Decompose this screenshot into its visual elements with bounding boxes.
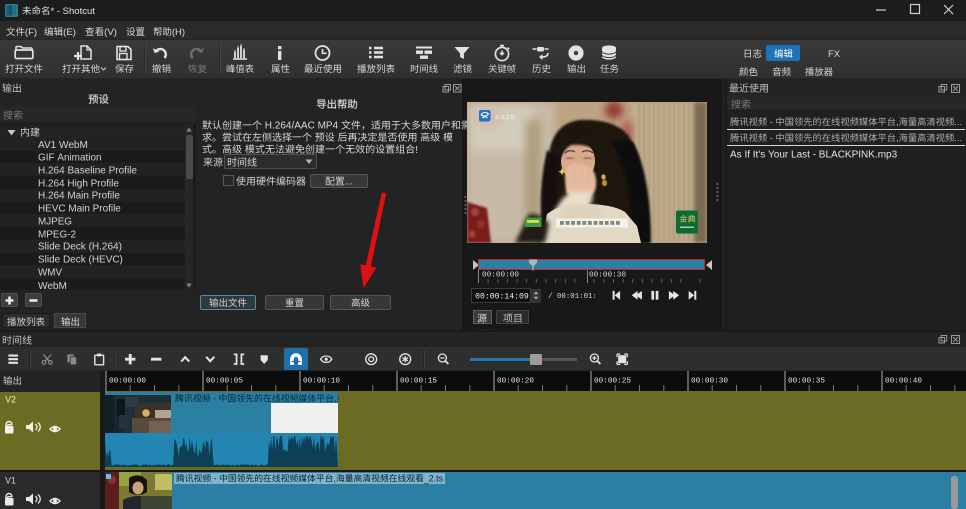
svg-text:00:00:35: 00:00:35 xyxy=(788,378,825,386)
svg-text:AV1 WebM: AV1 WebM xyxy=(38,140,88,151)
svg-text:As If It's Your Last - BLACKPI: As If It's Your Last - BLACKPINK.mp3 xyxy=(730,149,898,160)
svg-text:(V): (V) xyxy=(104,27,117,38)
svg-text:HEVC Main Profile: HEVC Main Profile xyxy=(38,204,121,215)
svg-text:FX: FX xyxy=(828,48,841,59)
svg-text:(F): (F) xyxy=(25,27,37,38)
svg-text:H.264 Baseline Profile: H.264 Baseline Profile xyxy=(38,166,137,177)
svg-text:,: , xyxy=(896,117,899,127)
svg-text:00:00:05: 00:00:05 xyxy=(206,378,243,386)
svg-text:...: ... xyxy=(954,117,962,127)
svg-text:00:00:14:09: 00:00:14:09 xyxy=(475,293,529,302)
svg-text:,: , xyxy=(896,133,899,143)
svg-text:(E): (E) xyxy=(63,27,76,38)
svg-text:-: - xyxy=(767,117,775,127)
svg-text:,: , xyxy=(334,393,336,403)
svg-text:Slide Deck (H.264): Slide Deck (H.264) xyxy=(38,242,122,253)
svg-text:H.264 High Profile: H.264 High Profile xyxy=(38,178,119,189)
svg-text:_2.ts: _2.ts xyxy=(423,474,444,484)
svg-text:!: ! xyxy=(415,145,418,156)
svg-text:00:00:40: 00:00:40 xyxy=(885,378,922,386)
svg-text:00:00:00: 00:00:00 xyxy=(109,378,146,386)
svg-text:(H): (H) xyxy=(172,27,185,38)
svg-text:00:00:25: 00:00:25 xyxy=(594,378,631,386)
svg-text:00:00:10: 00:00:10 xyxy=(303,378,340,386)
svg-text:V2: V2 xyxy=(5,395,16,405)
svg-text:H.264 Main Profile: H.264 Main Profile xyxy=(38,191,120,202)
svg-text:WebM: WebM xyxy=(38,280,67,291)
svg-text:-: - xyxy=(211,474,219,484)
svg-text:MPEG-2: MPEG-2 xyxy=(38,229,76,240)
svg-text:/ 00:01:01:: / 00:01:01: xyxy=(548,293,597,301)
svg-text:-: - xyxy=(211,393,219,403)
svg-text:GIF Animation: GIF Animation xyxy=(38,153,102,164)
svg-text:V1: V1 xyxy=(5,476,16,486)
svg-text:00:00:00: 00:00:00 xyxy=(482,271,519,279)
svg-text:,: , xyxy=(333,474,335,484)
svg-text:00:00:15: 00:00:15 xyxy=(400,378,437,386)
svg-text:MJPEG: MJPEG xyxy=(38,217,72,228)
svg-text:* - Shotcut: * - Shotcut xyxy=(51,6,96,17)
svg-text:00:00:30: 00:00:30 xyxy=(589,271,626,279)
svg-text:Slide Deck (HEVC): Slide Deck (HEVC) xyxy=(38,255,123,266)
svg-text:00:00:30: 00:00:30 xyxy=(691,378,728,386)
svg-text:...: ... xyxy=(345,176,353,187)
svg-text:...: ... xyxy=(954,133,962,143)
svg-text:00:00:20: 00:00:20 xyxy=(497,378,534,386)
svg-text:WMV: WMV xyxy=(38,268,62,279)
svg-text:-: - xyxy=(767,133,775,143)
